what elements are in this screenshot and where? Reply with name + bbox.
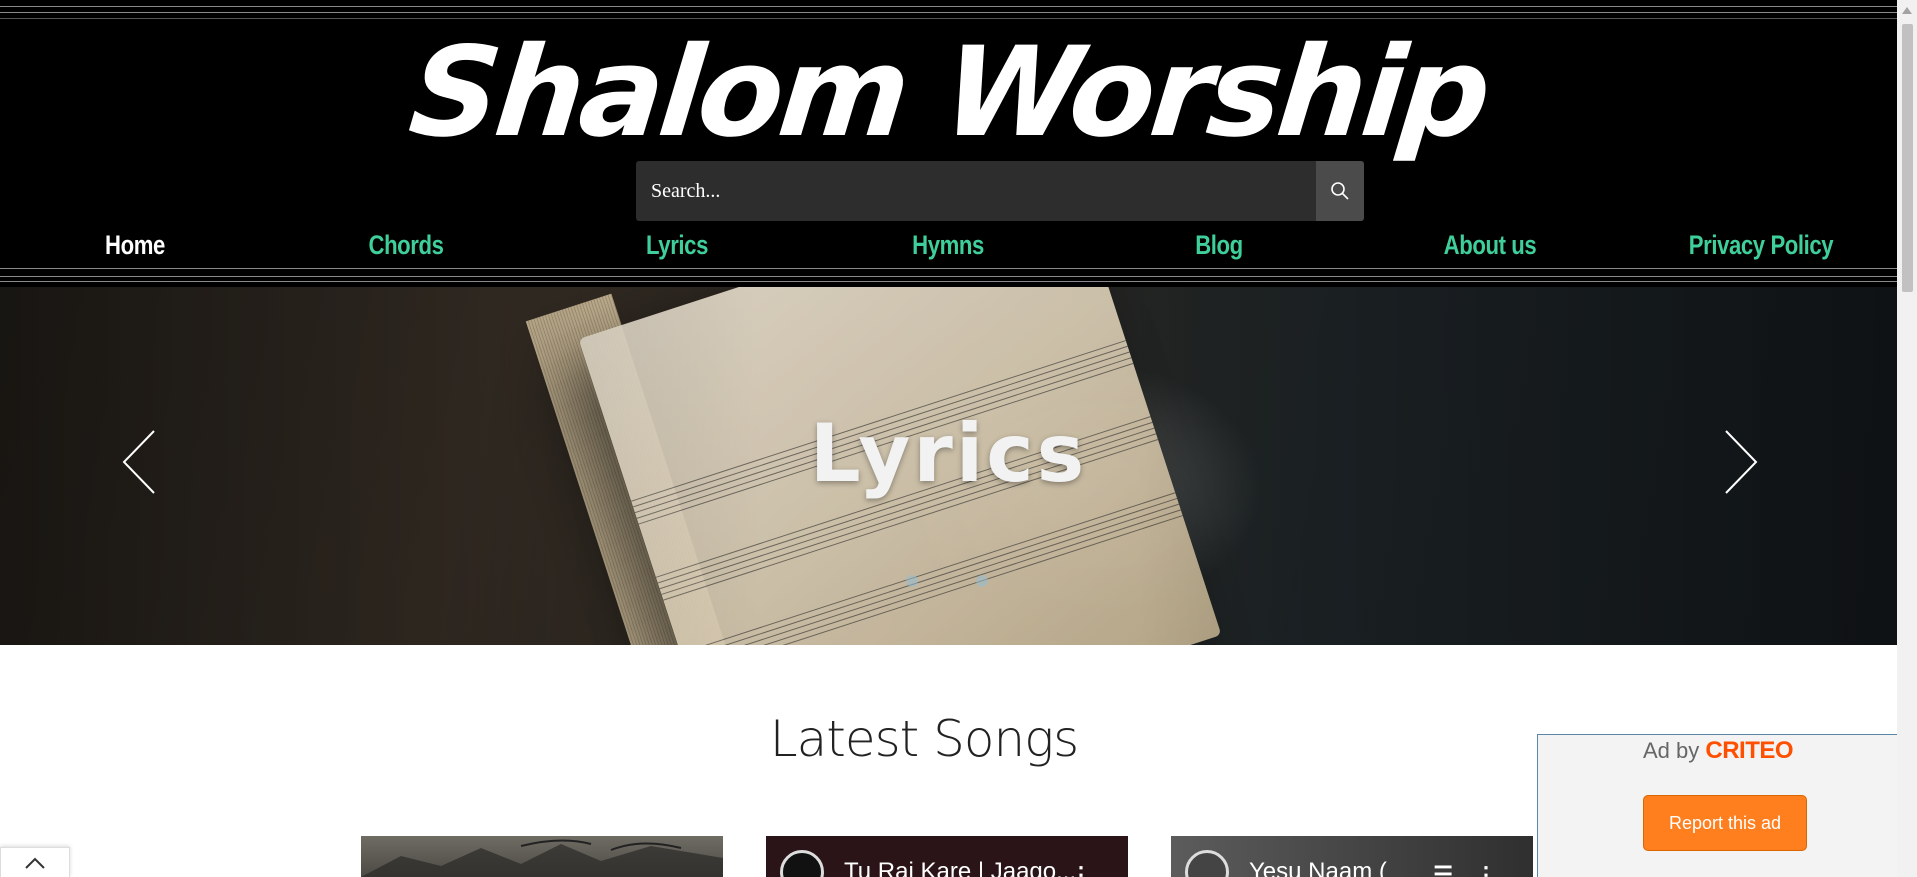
song-card[interactable]: Tu Raj Kare | Jaago... ⋮ [766,836,1128,877]
header-divider [0,281,1897,282]
nav-item-home[interactable]: Home [24,223,245,267]
nav-item-privacy-policy[interactable]: Privacy Policy [1650,223,1871,267]
song-thumbnail-image [361,839,723,877]
more-options-icon[interactable]: ⋮ [1475,862,1497,877]
page-scrollbar[interactable] [1897,0,1917,877]
hero-title[interactable]: Lyrics [0,407,1897,500]
scroll-up-arrow-icon[interactable] [1901,6,1913,16]
header-divider [0,12,1897,13]
song-card[interactable] [361,836,723,877]
nav-item-blog[interactable]: Blog [1108,223,1329,267]
search-icon [1331,182,1349,200]
header-divider [0,6,1897,7]
slider-dots [900,575,1000,589]
search-button[interactable] [1316,161,1364,221]
site-header: Shalom Worship Home Chords Lyrics Hymns … [0,0,1897,287]
song-card[interactable]: Yesu Naam ( ☰ ⋮ [1171,836,1533,877]
search-input[interactable] [636,161,1316,221]
nav-item-hymns[interactable]: Hymns [837,223,1058,267]
more-options-icon[interactable]: ⋮ [1070,862,1092,877]
scrollbar-thumb[interactable] [1902,24,1913,292]
channel-avatar [780,850,824,877]
nav-item-about-us[interactable]: About us [1379,223,1600,267]
chevron-right-icon [1725,430,1758,494]
report-ad-button[interactable]: Report this ad [1643,795,1807,851]
slider-prev-button[interactable] [120,427,160,497]
chevron-left-icon [122,430,155,494]
main-nav: Home Chords Lyrics Hymns Blog About us P… [0,223,1897,267]
chevron-up-icon [25,857,45,869]
back-to-top-button[interactable] [0,847,70,877]
header-divider [0,268,1897,269]
playlist-icon[interactable]: ☰ [1433,862,1453,877]
song-card-title: Tu Raj Kare | Jaago... [844,858,1077,877]
header-divider [0,276,1897,277]
channel-avatar [1185,850,1229,877]
hero-slider: Lyrics [0,287,1897,645]
slider-dot[interactable] [976,575,988,587]
slider-next-button[interactable] [1720,427,1760,497]
ad-label: Ad by [1642,738,1700,763]
song-card-title: Yesu Naam ( [1249,858,1387,877]
ad-banner: Ad by CRITEO Report this ad [1537,734,1897,877]
site-logo[interactable]: Shalom Worship [0,18,1905,168]
slider-dot[interactable] [906,575,918,587]
ad-attribution: Ad by CRITEO [1538,737,1898,765]
nav-item-chords[interactable]: Chords [295,223,516,267]
criteo-logo[interactable]: CRITEO [1705,737,1793,764]
nav-item-lyrics[interactable]: Lyrics [566,223,787,267]
search-bar [636,161,1364,221]
